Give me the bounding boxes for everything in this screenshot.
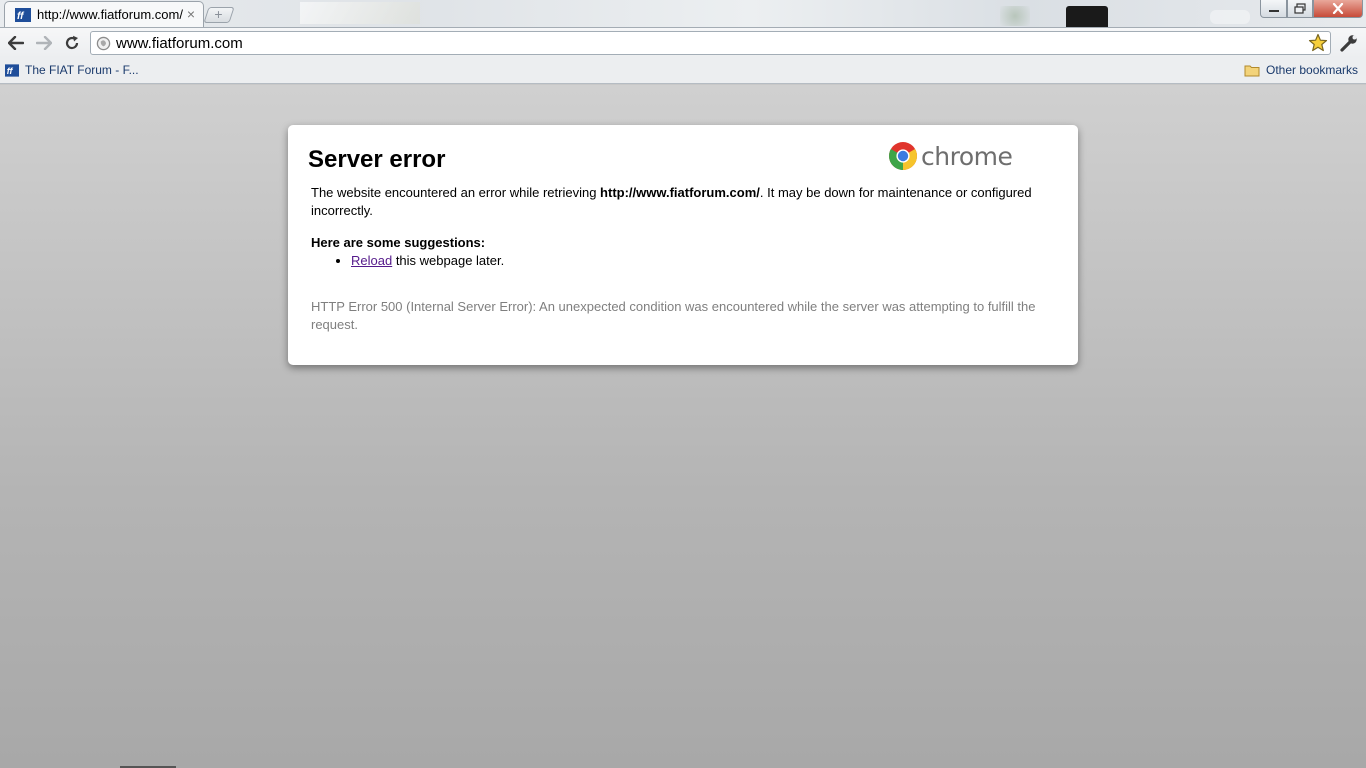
forward-button[interactable] xyxy=(33,33,55,53)
chrome-logo: chrome xyxy=(888,141,1013,171)
forward-arrow-icon xyxy=(36,36,52,50)
bookmark-fiat-forum[interactable]: ff The FIAT Forum - F... xyxy=(5,63,139,77)
window-background-decoration xyxy=(1066,6,1108,27)
browser-toolbar xyxy=(0,27,1366,58)
fiat-forum-favicon-icon: ff xyxy=(15,7,31,22)
bookmark-star-icon[interactable] xyxy=(1308,33,1328,53)
list-item: Reload this webpage later. xyxy=(351,253,1055,268)
chrome-wordmark: chrome xyxy=(921,141,1013,171)
tab-strip: ff http://www.fiatforum.com/ × + xyxy=(0,0,1366,27)
other-bookmarks-label: Other bookmarks xyxy=(1266,63,1359,77)
back-button[interactable] xyxy=(5,33,27,53)
folder-icon xyxy=(1244,65,1260,76)
minimize-button[interactable] xyxy=(1260,0,1287,18)
tab-active[interactable]: ff http://www.fiatforum.com/ × xyxy=(4,1,204,27)
close-icon xyxy=(1332,3,1344,14)
minimize-icon xyxy=(1268,9,1279,12)
reload-button[interactable] xyxy=(61,33,83,53)
tab-title: http://www.fiatforum.com/ xyxy=(37,7,183,22)
new-tab-button[interactable]: + xyxy=(203,6,235,23)
back-arrow-icon xyxy=(8,36,24,50)
bookmarks-bar: ff The FIAT Forum - F... Other bookmarks xyxy=(0,58,1366,84)
bookmark-label: The FIAT Forum - F... xyxy=(25,63,139,77)
address-bar[interactable] xyxy=(90,31,1331,55)
close-window-button[interactable] xyxy=(1313,0,1363,18)
suggestions-list: Reload this webpage later. xyxy=(351,253,1055,268)
suggestion-text: this webpage later. xyxy=(392,253,505,268)
error-details: HTTP Error 500 (Internal Server Error): … xyxy=(311,299,1036,332)
url-input[interactable] xyxy=(116,34,1296,52)
restore-icon xyxy=(1294,3,1306,14)
error-box: Server error chrome The website encounte… xyxy=(288,125,1078,365)
globe-icon xyxy=(96,36,111,51)
chrome-logo-icon xyxy=(889,142,917,170)
suggestions-heading: Here are some suggestions: xyxy=(311,235,486,250)
window-background-decoration xyxy=(1210,10,1250,24)
error-message: The website encountered an error while r… xyxy=(311,184,1041,220)
window-background-decoration xyxy=(300,2,420,24)
plus-icon: + xyxy=(214,6,223,22)
reload-icon xyxy=(65,35,79,50)
other-bookmarks-button[interactable]: Other bookmarks xyxy=(1244,63,1358,77)
error-message-prefix: The website encountered an error while r… xyxy=(311,185,601,200)
restore-button[interactable] xyxy=(1287,0,1313,18)
fiat-forum-favicon-icon: ff xyxy=(5,63,19,77)
window-background-decoration xyxy=(1000,6,1030,26)
reload-link[interactable]: Reload xyxy=(351,253,392,268)
tab-close-icon[interactable]: × xyxy=(187,6,195,22)
page-content: Server error chrome The website encounte… xyxy=(0,85,1366,768)
wrench-menu-icon[interactable] xyxy=(1339,33,1359,53)
error-url: http://www.fiatforum.com/ xyxy=(600,185,760,200)
